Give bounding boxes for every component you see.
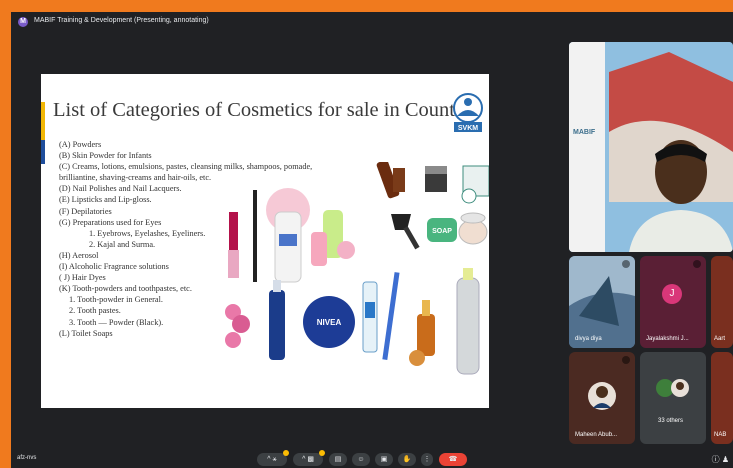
avatar: J (662, 284, 682, 304)
emoji-reactions-button[interactable]: ☺ (352, 453, 370, 466)
others-tile[interactable]: 33 others (640, 352, 706, 444)
slide-title: List of Categories of Cosmetics for sale… (53, 99, 478, 121)
baby-powder-icon (266, 188, 310, 283)
participant-tile[interactable]: NAB (711, 352, 733, 444)
svkm-logo-icon: SVKM (453, 93, 483, 132)
chevron-up-icon: ^ (302, 456, 306, 463)
participant-name: NAB (714, 432, 727, 438)
people-icon[interactable]: ♟ (722, 455, 729, 464)
participant-name: Aart (714, 336, 726, 342)
logo-text: SVKM (458, 125, 478, 132)
chevron-up-icon: ^ (267, 456, 271, 463)
captions-icon: ▤ (334, 456, 342, 463)
end-call-icon: ☎ (448, 456, 458, 463)
cosmetics-product-illustration: SOAP NIVEA (225, 162, 489, 375)
svg-text:NIVEA: NIVEA (317, 318, 342, 327)
presenter-video-feed: MABIF (569, 42, 733, 252)
participant-name: divya diya (575, 336, 602, 342)
aerosol-can-icon (456, 268, 480, 375)
camera-toggle-button[interactable]: ^ ▩ (293, 450, 325, 466)
list-item: (A) Powders (59, 140, 102, 149)
meeting-code: afz-nvs (17, 455, 37, 461)
mixing-bowl-brush-icon (391, 214, 420, 250)
present-screen-button[interactable]: ▣ (375, 453, 393, 466)
warning-badge (319, 450, 325, 456)
warning-badge (283, 450, 289, 456)
list-item: (B) Skin Powder for Infants (59, 151, 152, 161)
mic-off-icon: ⚹ (272, 456, 277, 463)
slide-accent-yellow (41, 102, 45, 140)
app-badge: M (18, 17, 28, 27)
info-icon[interactable]: ⓘ (712, 455, 720, 464)
eyeliner-pencil-icon (253, 190, 257, 282)
participant-tile[interactable]: Aart (711, 256, 733, 348)
camera-off-icon: ▩ (307, 456, 314, 463)
participant-tile[interactable]: J Jayalakshmi J... (640, 256, 706, 348)
meet-window: M MABIF Training & Development (Presenti… (11, 12, 733, 468)
participant-name: Maheen Abub... (575, 432, 618, 438)
nivea-cream-tin-icon: NIVEA (303, 296, 355, 348)
meeting-control-bar: afz-nvs ^ ⚹ ^ ▩ ▤ ☺ ▣ ✋ ⋮ ☎ ⓘ ♟ (11, 450, 733, 468)
presented-slide: List of Categories of Cosmetics for sale… (41, 74, 489, 408)
compact-powder-icon (458, 212, 488, 245)
toothpaste-icon (362, 281, 378, 353)
mic-toggle-button[interactable]: ^ ⚹ (257, 450, 289, 466)
title-bar: M MABIF Training & Development (Presenti… (11, 12, 733, 32)
toothbrush-icon (382, 272, 400, 360)
fragrance-oil-icon (409, 300, 435, 366)
cream-jar-icon (425, 166, 447, 192)
more-vertical-icon: ⋮ (423, 456, 431, 463)
hair-oil-icon (376, 162, 405, 199)
meeting-details-area: ⓘ ♟ (712, 454, 729, 465)
present-icon: ▣ (380, 456, 388, 463)
lipstick-icon (228, 212, 239, 278)
aerosol-deodorant-icon (269, 280, 285, 360)
captions-button[interactable]: ▤ (329, 453, 347, 466)
raise-hand-button[interactable]: ✋ (398, 453, 416, 466)
emoji-icon: ☺ (357, 456, 365, 463)
participant-video-feed (569, 256, 635, 348)
mic-muted-icon (622, 356, 630, 364)
cosmetic-box-icon (461, 165, 489, 204)
participant-name: Jayalakshmi J... (646, 336, 689, 342)
svg-text:SOAP: SOAP (432, 228, 452, 235)
more-options-button[interactable]: ⋮ (421, 453, 433, 466)
presenter-video-tile[interactable]: MABIF (569, 42, 733, 252)
soap-icon: SOAP (427, 218, 457, 242)
participant-tile[interactable]: Maheen Abub... (569, 352, 635, 444)
nail-polish-icon (225, 304, 250, 348)
leave-call-button[interactable]: ☎ (439, 453, 467, 466)
others-avatars (656, 379, 689, 397)
mic-muted-icon (693, 260, 701, 268)
others-count: 33 others (658, 418, 684, 424)
presenter-backdrop-logo: MABIF (573, 129, 596, 136)
participant-tile[interactable]: divya diya (569, 256, 635, 348)
slide-accent-blue (41, 140, 45, 164)
window-title: MABIF Training & Development (Presenting… (34, 17, 209, 24)
mic-muted-icon (622, 260, 630, 268)
hand-icon: ✋ (402, 456, 412, 463)
lotion-bottle-icon (311, 210, 355, 266)
